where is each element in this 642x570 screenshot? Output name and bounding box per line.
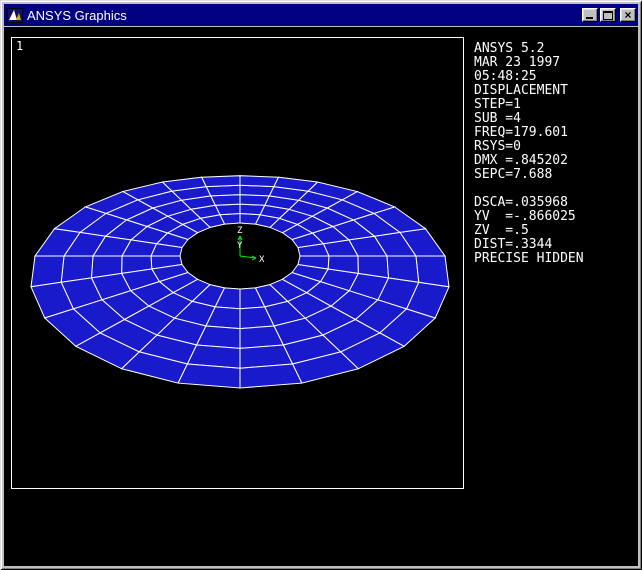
annotation-line: ZV =.5 [474,223,529,238]
minimize-icon [586,17,593,19]
annotation-line [474,182,584,196]
close-button[interactable]: × [620,8,636,22]
annotation-line: MAR 23 1997 [474,55,561,70]
annotation-line: ANSYS 5.2 [474,41,545,56]
annotation-line: SEPC=7.688 [474,167,553,182]
annotation-panel: ANSYS 5.2 MAR 23 1997 05:48:25 DISPLACEMENT… [474,42,584,266]
mesh-element [415,255,450,288]
titlebar[interactable]: ANSYS Graphics × [4,4,638,26]
annotation-line: STEP=1 [474,97,521,112]
ansys-graphics-window: ANSYS Graphics × 1 ZY X ANSYS 5.2 MAR 23 1… [0,0,642,570]
triad-y-label: Y [237,241,243,251]
maximize-icon [603,11,613,20]
annotation-line: 05:48:25 [474,69,537,84]
plot-area[interactable]: 1 ZY X [11,37,464,489]
minimize-button[interactable] [582,8,598,22]
window-controls: × [582,8,636,22]
window-title: ANSYS Graphics [27,7,127,23]
close-icon: × [624,8,632,22]
mesh-element [200,175,241,188]
mesh-plot: ZY X [30,175,450,389]
annotation-line: DSCA=.035968 [474,195,568,210]
ansys-logo-icon [7,7,23,23]
annotation-line: RSYS=0 [474,139,521,154]
annotation-line: YV =-.866025 [474,209,576,224]
mesh-element [177,363,241,389]
annotation-line: DMX =.845202 [474,153,568,168]
annotation-line: DISPLACEMENT [474,83,568,98]
annotation-line: PRECISE HIDDEN [474,251,584,266]
annotation-line: SUB =4 [474,111,521,126]
triad: ZY X [237,226,265,265]
triad-x-label: X [259,255,265,265]
mesh-element [386,255,420,283]
maximize-button[interactable] [600,8,616,22]
mesh-element [239,203,266,216]
annotation-line: FREQ=179.601 [474,125,568,140]
mesh-element [239,175,280,188]
triad-z-label: Z [237,226,243,236]
window-number: 1 [16,39,24,53]
annotation-line: DIST=.3344 [474,237,553,252]
screen: ANSYS Graphics × 1 ZY X ANSYS 5.2 MAR 23 1… [0,0,642,570]
mesh-element [239,363,303,389]
graphics-client-area: 1 ZY X ANSYS 5.2 MAR 23 1997 05:48:25 DISPLA… [4,27,638,566]
